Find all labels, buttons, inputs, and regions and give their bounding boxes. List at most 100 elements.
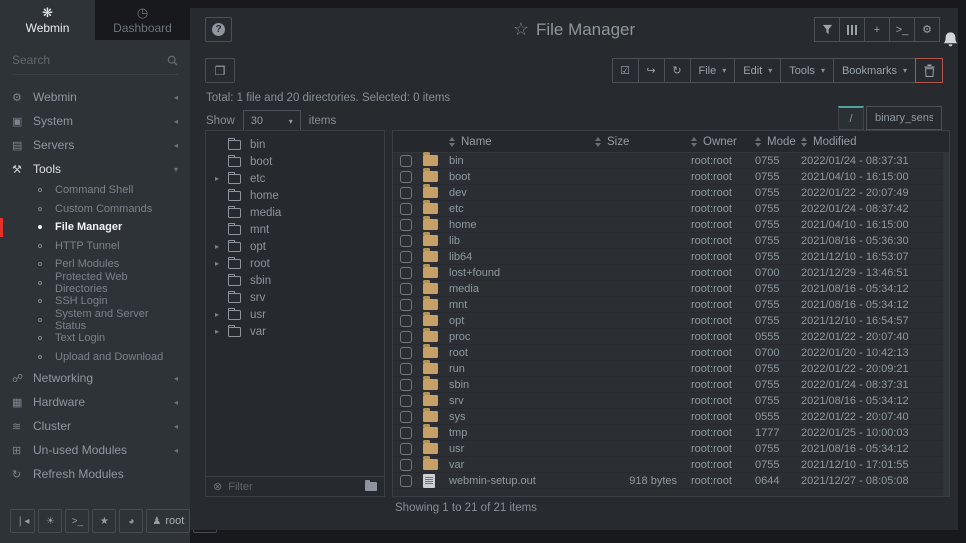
- row-checkbox[interactable]: [400, 283, 412, 295]
- tree-item-etc[interactable]: ▸etc: [206, 170, 384, 187]
- path-input[interactable]: [866, 106, 942, 130]
- expander-icon[interactable]: ▸: [215, 242, 228, 251]
- add-button[interactable]: +: [864, 17, 890, 42]
- row-checkbox[interactable]: [400, 171, 412, 183]
- share-button[interactable]: ↪: [638, 58, 665, 83]
- row-checkbox[interactable]: [400, 155, 412, 167]
- row-checkbox[interactable]: [400, 411, 412, 423]
- menu-tools-button[interactable]: Tools▾: [780, 58, 834, 83]
- columns-button[interactable]: [839, 17, 865, 42]
- sidebar-item-hardware[interactable]: ▦Hardware◂: [0, 390, 190, 414]
- row-checkbox[interactable]: [400, 443, 412, 455]
- sidebar-item-refresh-modules[interactable]: ↻Refresh Modules: [0, 462, 190, 486]
- collapse-sidebar-button[interactable]: ❘◂: [10, 509, 35, 533]
- show-count-select[interactable]: 30 ▾: [243, 110, 301, 132]
- cell-name[interactable]: home: [449, 219, 591, 231]
- cell-name[interactable]: webmin-setup.out: [449, 475, 591, 487]
- terminal-button[interactable]: >_: [889, 17, 915, 42]
- column-header-name[interactable]: Name: [449, 136, 591, 148]
- search-input[interactable]: [12, 53, 167, 67]
- cell-name[interactable]: lib64: [449, 251, 591, 263]
- table-row-sys[interactable]: sysroot:root05552022/01/22 - 20:07:40: [393, 409, 949, 425]
- table-row-proc[interactable]: procroot:root05552022/01/22 - 20:07:40: [393, 329, 949, 345]
- row-checkbox[interactable]: [400, 363, 412, 375]
- tree-item-opt[interactable]: ▸opt: [206, 238, 384, 255]
- tree-item-boot[interactable]: boot: [206, 153, 384, 170]
- table-row-bin[interactable]: binroot:root07552022/01/24 - 08:37:31: [393, 153, 949, 169]
- row-checkbox[interactable]: [400, 299, 412, 311]
- table-row-usr[interactable]: usrroot:root07552021/08/16 - 05:34:12: [393, 441, 949, 457]
- cell-name[interactable]: usr: [449, 443, 591, 455]
- table-row-mnt[interactable]: mntroot:root07552021/08/16 - 05:34:12: [393, 297, 949, 313]
- cell-name[interactable]: dev: [449, 187, 591, 199]
- sidebar-subitem-file-manager[interactable]: File Manager: [0, 218, 190, 237]
- row-checkbox[interactable]: [400, 235, 412, 247]
- sidebar-item-system[interactable]: ▣System◂: [0, 109, 190, 133]
- table-scrollbar[interactable]: [943, 153, 949, 496]
- table-row-opt[interactable]: optroot:root07552021/12/10 - 16:54:57: [393, 313, 949, 329]
- cell-name[interactable]: mnt: [449, 299, 591, 311]
- table-row-sbin[interactable]: sbinroot:root07552022/01/24 - 08:37:31: [393, 377, 949, 393]
- cell-name[interactable]: bin: [449, 155, 591, 167]
- cell-name[interactable]: lost+found: [449, 267, 591, 279]
- expander-icon[interactable]: ▸: [215, 259, 228, 268]
- cell-name[interactable]: tmp: [449, 427, 591, 439]
- row-checkbox[interactable]: [400, 475, 412, 487]
- row-checkbox[interactable]: [400, 331, 412, 343]
- table-row-dev[interactable]: devroot:root07552022/01/22 - 20:07:49: [393, 185, 949, 201]
- column-header-mode[interactable]: Mode: [755, 136, 801, 148]
- table-row-webmin-setup-out[interactable]: webmin-setup.out918 bytesroot:root064420…: [393, 473, 949, 489]
- table-row-home[interactable]: homeroot:root07552021/04/10 - 16:15:00: [393, 217, 949, 233]
- theme-palette-button[interactable]: ◕: [119, 509, 143, 533]
- sidebar-subitem-custom-commands[interactable]: Custom Commands: [0, 200, 190, 219]
- tree-filter-input[interactable]: [228, 481, 359, 493]
- table-row-etc[interactable]: etcroot:root07552022/01/24 - 08:37:42: [393, 201, 949, 217]
- trash-button[interactable]: [915, 58, 943, 83]
- menu-bookmarks-button[interactable]: Bookmarks▾: [833, 58, 916, 83]
- cell-name[interactable]: sbin: [449, 379, 591, 391]
- sidebar-item-un-used-modules[interactable]: ⊞Un-used Modules◂: [0, 438, 190, 462]
- cell-name[interactable]: root: [449, 347, 591, 359]
- table-row-lost-found[interactable]: lost+foundroot:root07002021/12/29 - 13:4…: [393, 265, 949, 281]
- sidebar-subitem-protected-web-directories[interactable]: Protected Web Directories: [0, 274, 190, 293]
- tree-item-root[interactable]: ▸root: [206, 255, 384, 272]
- expander-icon[interactable]: ▸: [215, 174, 228, 183]
- select-view-button[interactable]: ❐: [205, 58, 235, 83]
- folder-select-icon[interactable]: [365, 482, 377, 491]
- cell-name[interactable]: var: [449, 459, 591, 471]
- table-row-boot[interactable]: bootroot:root07552021/04/10 - 16:15:00: [393, 169, 949, 185]
- expander-icon[interactable]: ▸: [215, 310, 228, 319]
- column-header-size[interactable]: Size: [591, 136, 691, 148]
- row-checkbox[interactable]: [400, 395, 412, 407]
- tree-item-usr[interactable]: ▸usr: [206, 306, 384, 323]
- table-row-run[interactable]: runroot:root07552022/01/22 - 20:09:21: [393, 361, 949, 377]
- tree-item-bin[interactable]: bin: [206, 136, 384, 153]
- cell-name[interactable]: run: [449, 363, 591, 375]
- sidebar-subitem-http-tunnel[interactable]: HTTP Tunnel: [0, 237, 190, 256]
- select-all-button[interactable]: ☑: [612, 58, 639, 83]
- cell-name[interactable]: opt: [449, 315, 591, 327]
- sidebar-subitem-command-shell[interactable]: Command Shell: [0, 181, 190, 200]
- tab-dashboard[interactable]: ◷ Dashboard: [95, 0, 190, 40]
- cell-name[interactable]: sys: [449, 411, 591, 423]
- cell-name[interactable]: lib: [449, 235, 591, 247]
- tree-item-home[interactable]: home: [206, 187, 384, 204]
- table-row-media[interactable]: mediaroot:root07552021/08/16 - 05:34:12: [393, 281, 949, 297]
- row-checkbox[interactable]: [400, 267, 412, 279]
- tree-item-mnt[interactable]: mnt: [206, 221, 384, 238]
- tree-item-var[interactable]: ▸var: [206, 323, 384, 340]
- tree-item-srv[interactable]: srv: [206, 289, 384, 306]
- sidebar-subitem-text-login[interactable]: Text Login: [0, 329, 190, 348]
- table-row-lib64[interactable]: lib64root:root07552021/12/10 - 16:53:07: [393, 249, 949, 265]
- favorite-star-icon[interactable]: ☆: [513, 19, 529, 39]
- column-header-owner[interactable]: Owner: [691, 136, 755, 148]
- cell-name[interactable]: proc: [449, 331, 591, 343]
- cell-name[interactable]: srv: [449, 395, 591, 407]
- cell-name[interactable]: media: [449, 283, 591, 295]
- sidebar-subitem-system-and-server-status[interactable]: System and Server Status: [0, 311, 190, 330]
- clear-filter-icon[interactable]: ⊗: [213, 480, 222, 493]
- row-checkbox[interactable]: [400, 251, 412, 263]
- sidebar-item-cluster[interactable]: ≋Cluster◂: [0, 414, 190, 438]
- settings-button[interactable]: ⚙: [914, 17, 940, 42]
- filter-button[interactable]: [814, 17, 840, 42]
